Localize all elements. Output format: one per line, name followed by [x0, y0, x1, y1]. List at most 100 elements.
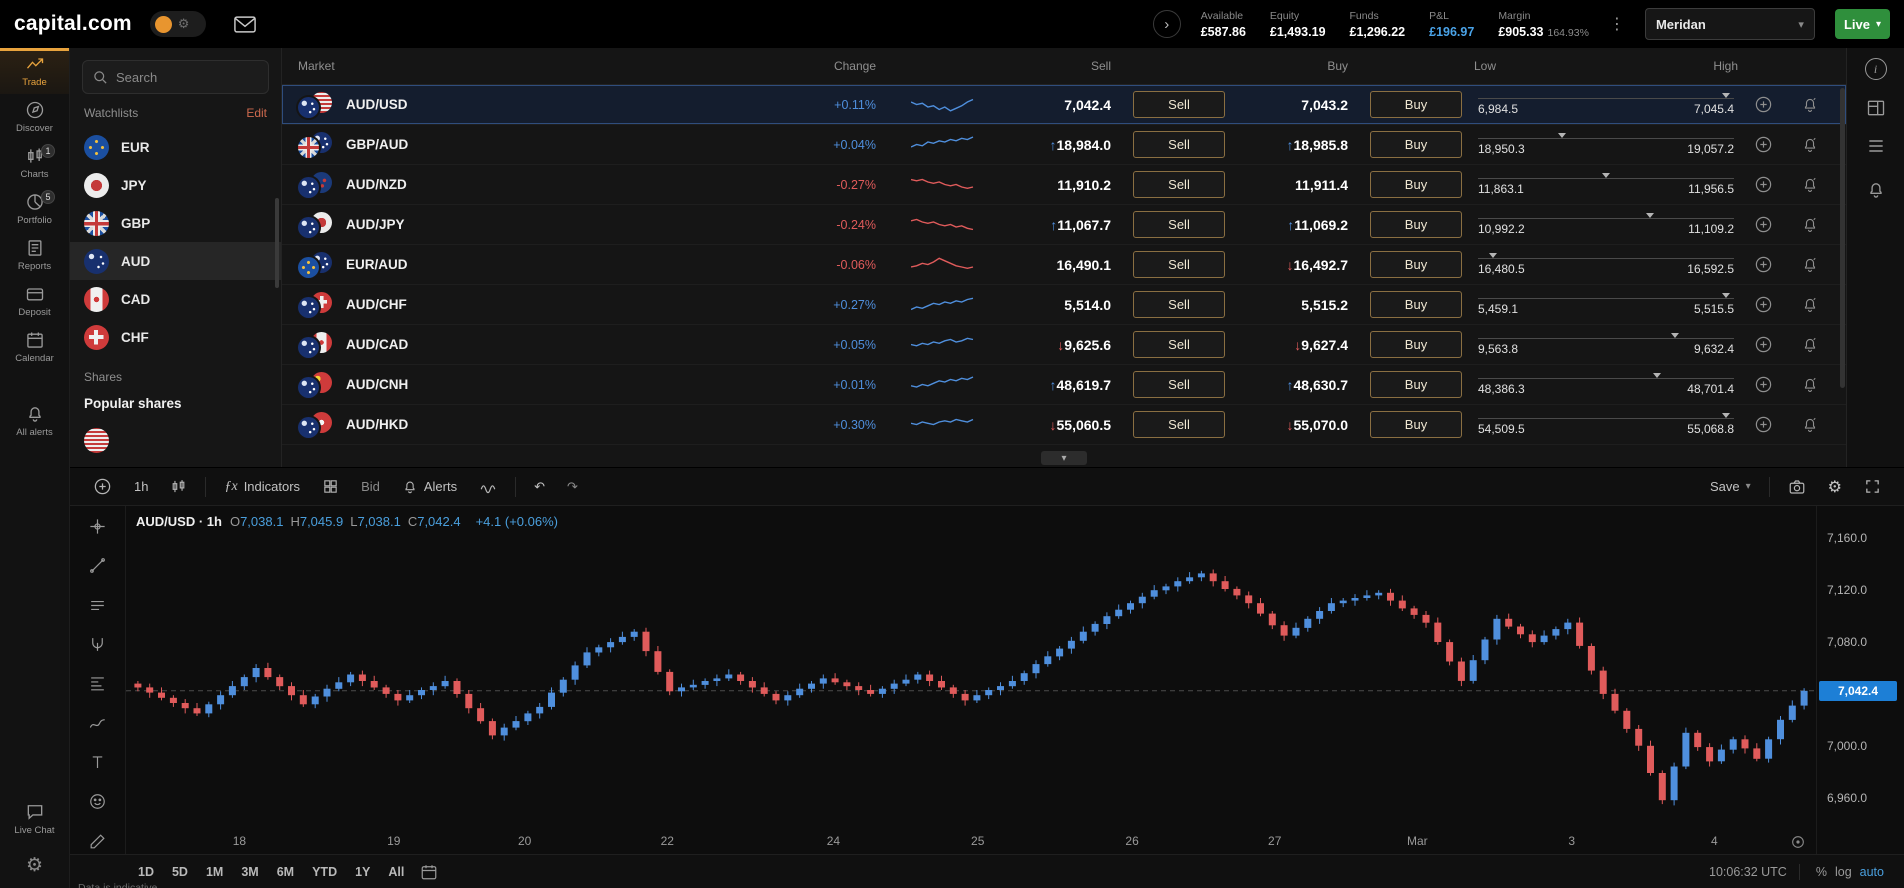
collapse-table-button[interactable]: ▾	[1041, 451, 1087, 465]
timeframe-button[interactable]: 1h	[125, 474, 157, 499]
price-alert-bell-icon[interactable]	[1786, 216, 1834, 234]
sell-button[interactable]: Sell	[1133, 291, 1225, 318]
scroll-to-now-icon[interactable]	[1790, 834, 1806, 850]
popular-shares-item[interactable]: Popular shares	[70, 390, 281, 421]
strategy-icon[interactable]	[470, 473, 506, 501]
watchlist-scrollbar[interactable]	[275, 198, 279, 288]
theme-toggle[interactable]: ⚙	[149, 11, 206, 37]
sell-button[interactable]: Sell	[1133, 131, 1225, 158]
toggle-log[interactable]: log	[1831, 863, 1856, 881]
buy-button[interactable]: Buy	[1370, 331, 1462, 358]
range-1m[interactable]: 1M	[198, 861, 231, 883]
range-1y[interactable]: 1Y	[347, 861, 378, 883]
buy-button[interactable]: Buy	[1370, 91, 1462, 118]
price-alert-bell-icon[interactable]	[1786, 176, 1834, 194]
sell-button[interactable]: Sell	[1133, 91, 1225, 118]
list-view-icon[interactable]	[1866, 136, 1886, 156]
info-icon[interactable]: i	[1864, 58, 1887, 80]
add-to-watchlist-icon[interactable]	[1740, 215, 1786, 234]
range-1d[interactable]: 1D	[130, 861, 162, 883]
range-3m[interactable]: 3M	[233, 861, 266, 883]
pitchfork-tool[interactable]	[81, 632, 115, 657]
toggle-auto[interactable]: auto	[1856, 863, 1888, 881]
buy-button[interactable]: Buy	[1370, 291, 1462, 318]
sidebar-item-deposit[interactable]: Deposit	[0, 278, 69, 324]
sell-button[interactable]: Sell	[1133, 371, 1225, 398]
add-to-watchlist-icon[interactable]	[1740, 135, 1786, 154]
sidebar-item-calendar[interactable]: Calendar	[0, 324, 69, 370]
emoji-tool[interactable]	[81, 789, 115, 814]
settings-gear-icon[interactable]: ⚙	[0, 842, 69, 888]
chart-plot[interactable]: AUD/USD · 1h O7,038.1 H7,045.9 L7,038.1 C7,…	[126, 506, 1816, 854]
fullscreen-icon[interactable]	[1855, 473, 1890, 500]
price-alert-bell-icon[interactable]	[1786, 416, 1834, 434]
chart-type-icon[interactable]	[161, 473, 196, 500]
save-button[interactable]: Save ▾	[1701, 474, 1760, 499]
price-alert-bell-icon[interactable]	[1786, 376, 1834, 394]
watchlist-item-gbp[interactable]: GBP	[70, 204, 281, 242]
market-row[interactable]: AUD/NZD -0.27% 11,910.2 Sell 11,911.4 Buy 11,8…	[282, 165, 1846, 205]
toggle-%[interactable]: %	[1812, 863, 1831, 881]
price-alert-bell-icon[interactable]	[1786, 336, 1834, 354]
range-ytd[interactable]: YTD	[304, 861, 345, 883]
levels-tool[interactable]	[81, 593, 115, 618]
watchlist-item-cad[interactable]: CAD	[70, 280, 281, 318]
curve-tool[interactable]	[81, 711, 115, 736]
redo-button[interactable]: ↷	[558, 474, 587, 500]
price-alert-bell-icon[interactable]	[1786, 256, 1834, 274]
market-row[interactable]: AUD/HKD +0.30% ↓55,060.5 Sell ↓55,070.0 Buy 54…	[282, 405, 1846, 445]
trendline-tool[interactable]	[81, 553, 115, 578]
fib-tool[interactable]	[81, 671, 115, 696]
price-alert-bell-icon[interactable]	[1786, 136, 1834, 154]
buy-button[interactable]: Buy	[1370, 171, 1462, 198]
sidebar-item-discover[interactable]: Discover	[0, 94, 69, 140]
search-box[interactable]	[82, 60, 269, 94]
layout-grid-icon[interactable]	[313, 473, 348, 500]
candlestick-canvas[interactable]	[126, 506, 1816, 830]
brush-tool[interactable]	[81, 829, 115, 854]
buy-button[interactable]: Buy	[1370, 131, 1462, 158]
sidebar-item-portfolio[interactable]: Portfolio 5	[0, 186, 69, 232]
market-scrollbar[interactable]	[1840, 88, 1845, 388]
buy-button[interactable]: Buy	[1370, 211, 1462, 238]
watchlist-item-eur[interactable]: EUR	[70, 128, 281, 166]
sidebar-item-reports[interactable]: Reports	[0, 232, 69, 278]
edit-watchlists-link[interactable]: Edit	[246, 106, 267, 120]
panel-layout-icon[interactable]	[1866, 98, 1886, 118]
market-row[interactable]: AUD/CAD +0.05% ↓9,625.6 Sell ↓9,627.4 Buy 9,56…	[282, 325, 1846, 365]
watchlist-item-aud[interactable]: AUD	[70, 242, 281, 280]
market-row[interactable]: AUD/USD +0.11% 7,042.4 Sell 7,043.2 Buy 6,984.…	[282, 85, 1846, 125]
sidebar-item-trade[interactable]: Trade	[0, 48, 69, 94]
bid-toggle[interactable]: Bid	[352, 474, 389, 499]
add-to-watchlist-icon[interactable]	[1740, 375, 1786, 394]
market-row[interactable]: AUD/CNH +0.01% ↑48,619.7 Sell ↑48,630.7 Buy 48…	[282, 365, 1846, 405]
expand-account-button[interactable]: ›	[1152, 10, 1181, 38]
sell-button[interactable]: Sell	[1133, 211, 1225, 238]
sidebar-item-all-alerts[interactable]: All alerts	[0, 398, 69, 444]
search-input[interactable]	[116, 69, 236, 85]
clipped-share-item[interactable]	[70, 421, 281, 459]
watchlist-item-jpy[interactable]: JPY	[70, 166, 281, 204]
market-row[interactable]: GBP/AUD +0.04% ↑18,984.0 Sell ↑18,985.8 Buy 18…	[282, 125, 1846, 165]
account-selector[interactable]: Meridan ▾	[1644, 8, 1815, 40]
undo-button[interactable]: ↶	[525, 474, 554, 500]
market-row[interactable]: AUD/JPY -0.24% ↑11,067.7 Sell ↑11,069.2 Buy 10…	[282, 205, 1846, 245]
snapshot-camera-icon[interactable]	[1779, 473, 1815, 501]
sell-button[interactable]: Sell	[1133, 251, 1225, 278]
add-to-watchlist-icon[interactable]	[1740, 255, 1786, 274]
add-to-watchlist-icon[interactable]	[1740, 175, 1786, 194]
market-row[interactable]: EUR/AUD -0.06% 16,490.1 Sell ↓16,492.7 Buy 16,…	[282, 245, 1846, 285]
live-mode-button[interactable]: Live ▾	[1834, 9, 1890, 39]
price-axis[interactable]: 7,160.0 7,120.0 7,080.0 7,000.0 6,960.0 7,042…	[1816, 506, 1904, 854]
market-row[interactable]: AUD/CHF +0.27% 5,514.0 Sell 5,515.2 Buy 5,459.…	[282, 285, 1846, 325]
add-to-watchlist-icon[interactable]	[1740, 415, 1786, 434]
range-5d[interactable]: 5D	[164, 861, 196, 883]
watchlist-item-chf[interactable]: CHF	[70, 318, 281, 356]
range-all[interactable]: All	[380, 861, 412, 883]
add-symbol-button[interactable]	[84, 472, 121, 501]
date-range-icon[interactable]	[420, 863, 438, 881]
alerts-bell-icon[interactable]	[1866, 180, 1886, 200]
kebab-menu-icon[interactable]: ⋮	[1609, 14, 1625, 34]
range-6m[interactable]: 6M	[269, 861, 302, 883]
mail-icon[interactable]	[233, 15, 256, 33]
